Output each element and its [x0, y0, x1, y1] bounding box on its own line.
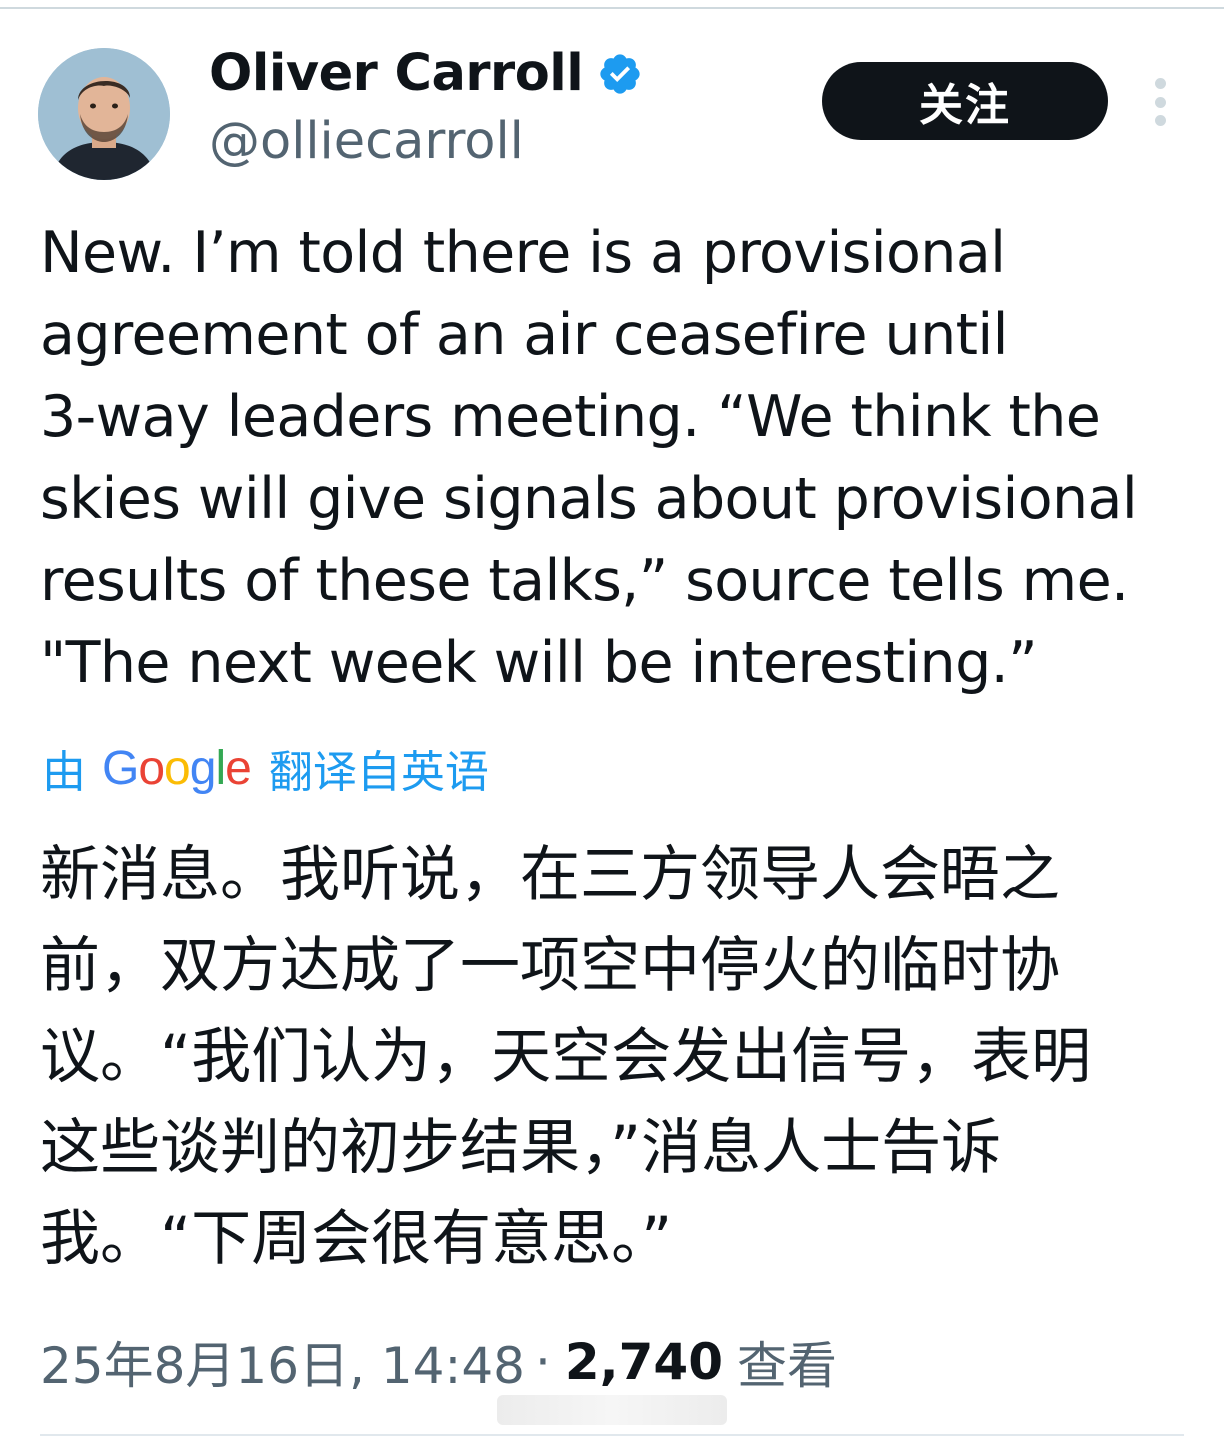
- tweet-meta: 25年8月16日, 14:48 · 2,740 查看: [40, 1326, 837, 1398]
- more-dot: [1154, 115, 1166, 126]
- google-logo-letter: l: [215, 741, 226, 795]
- author-name-text: Oliver Carroll: [209, 44, 584, 103]
- more-dot: [1154, 78, 1166, 89]
- follow-button[interactable]: 关注: [822, 62, 1108, 140]
- avatar[interactable]: [38, 48, 170, 180]
- view-count: 2,740: [564, 1333, 723, 1391]
- translation-suffix: 翻译自英语: [268, 747, 489, 798]
- top-divider: [0, 7, 1224, 9]
- more-vertical-icon[interactable]: [1140, 78, 1180, 126]
- verified-badge-icon: [600, 53, 640, 94]
- translated-text: 新消息。我听说，在三方领导人会晤之 前，双方达成了一项空中停火的临时协 议。“我…: [40, 840, 1092, 1274]
- translation-prefix: 由: [42, 747, 86, 798]
- google-logo-letter: e: [225, 741, 252, 795]
- more-dot: [1154, 96, 1166, 108]
- google-logo-letter: G: [102, 741, 139, 795]
- google-logo-letter: o: [164, 741, 191, 795]
- author-handle[interactable]: @olliecarroll: [209, 112, 524, 171]
- profile-photo-icon: [38, 48, 170, 180]
- translation-attribution[interactable]: 由 Google 翻译自英语: [42, 736, 489, 800]
- tweet-timestamp[interactable]: 25年8月16日, 14:48: [40, 1326, 525, 1398]
- google-logo-letter: g: [189, 741, 217, 795]
- google-logo: Google: [102, 741, 252, 796]
- tweet-text: New. I’m told there is a provisional agr…: [40, 220, 1138, 696]
- view-count-label: 查看: [737, 1337, 837, 1395]
- author-name[interactable]: Oliver Carroll: [209, 44, 643, 103]
- meta-separator: ·: [534, 1333, 551, 1391]
- google-logo-letter: o: [138, 741, 165, 795]
- watermark: [497, 1395, 727, 1425]
